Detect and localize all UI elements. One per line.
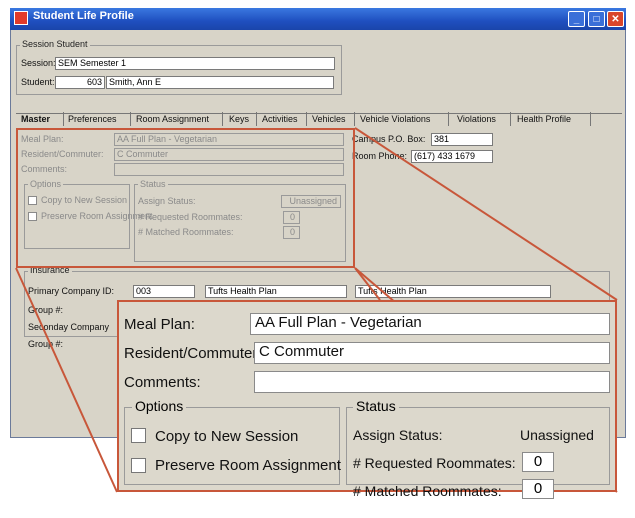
zoom-copy-session-checkbox[interactable] xyxy=(131,428,146,443)
zoom-matched-roommates-field: 0 xyxy=(522,479,554,499)
zoom-assign-status-label: Assign Status: xyxy=(353,427,443,443)
zoom-preserve-room-checkbox[interactable] xyxy=(131,458,146,473)
zoom-requested-roommates-field: 0 xyxy=(522,452,554,472)
zoom-comments-field[interactable] xyxy=(254,371,610,393)
zoom-assign-status-value: Unassigned xyxy=(520,427,594,443)
zoom-resident-field[interactable]: C Commuter xyxy=(254,342,610,364)
zoom-meal-plan-label: Meal Plan: xyxy=(124,316,195,333)
zoom-meal-plan-field[interactable]: AA Full Plan - Vegetarian xyxy=(250,313,610,335)
zoom-preserve-room-label: Preserve Room Assignment xyxy=(155,457,341,474)
zoom-resident-label: Resident/Commuter: xyxy=(124,345,262,362)
zoom-options-title: Options xyxy=(132,399,187,413)
zoom-comments-label: Comments: xyxy=(124,374,201,391)
zoom-copy-session-label: Copy to New Session xyxy=(155,428,299,445)
zoom-matched-roommates-label: # Matched Roommates: xyxy=(353,483,502,499)
zoom-requested-roommates-label: # Requested Roommates: xyxy=(353,455,516,471)
zoom-status-group xyxy=(346,407,610,485)
zoom-status-title: Status xyxy=(353,399,399,413)
